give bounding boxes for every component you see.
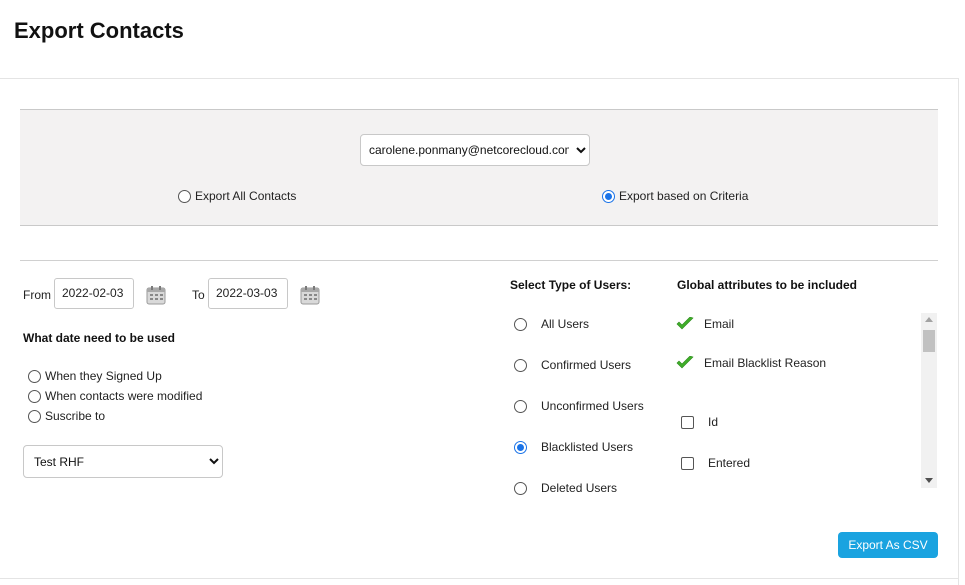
- attribute-label: Entered: [708, 456, 751, 470]
- attribute-item[interactable]: Id: [681, 415, 718, 429]
- attributes-scrollbar[interactable]: [921, 313, 937, 488]
- date-usage-option[interactable]: When contacts were modified: [28, 389, 202, 403]
- user-type-heading: Select Type of Users:: [510, 278, 632, 292]
- from-label: From: [23, 288, 51, 302]
- attributes-heading: Global attributes to be included: [677, 278, 858, 292]
- account-select[interactable]: carolene.ponmany@netcorecloud.com: [360, 134, 590, 166]
- user-type-option[interactable]: All Users: [514, 317, 589, 331]
- date-usage-radio[interactable]: [28, 389, 41, 403]
- export-all-label: Export All Contacts: [195, 189, 297, 203]
- date-usage-option[interactable]: Suscribe to: [28, 409, 105, 423]
- date-usage-label: Suscribe to: [45, 409, 106, 423]
- attribute-label: Id: [708, 415, 719, 429]
- attribute-label: Email Blacklist Reason: [704, 356, 827, 370]
- attribute-item[interactable]: Entered: [681, 456, 750, 470]
- calendar-icon[interactable]: [300, 285, 320, 305]
- user-type-radio[interactable]: [514, 440, 527, 454]
- user-type-option[interactable]: Blacklisted Users: [514, 440, 633, 454]
- export-criteria-option[interactable]: Export based on Criteria: [602, 189, 748, 203]
- user-type-label: Unconfirmed Users: [541, 399, 644, 413]
- header-divider: [0, 78, 959, 79]
- to-date-input[interactable]: 2022-03-03: [208, 278, 288, 309]
- user-type-label: Deleted Users: [541, 481, 618, 495]
- user-type-label: Blacklisted Users: [541, 440, 634, 454]
- user-type-option[interactable]: Unconfirmed Users: [514, 399, 644, 413]
- calendar-icon[interactable]: [146, 285, 166, 305]
- footer-divider: [0, 578, 959, 579]
- date-usage-label: When contacts were modified: [45, 389, 203, 403]
- page-title: Export Contacts: [14, 18, 184, 43]
- section-divider: [20, 260, 938, 261]
- export-all-radio[interactable]: [178, 189, 191, 203]
- to-label: To: [192, 288, 205, 302]
- account-filter-panel: carolene.ponmany@netcorecloud.com Export…: [20, 109, 938, 226]
- checkmark-icon: [676, 356, 694, 369]
- list-select[interactable]: Test RHF: [23, 445, 223, 478]
- date-usage-option[interactable]: When they Signed Up: [28, 369, 162, 383]
- export-csv-button[interactable]: Export As CSV: [838, 532, 938, 558]
- from-date-input[interactable]: 2022-02-03: [54, 278, 134, 309]
- user-type-radio[interactable]: [514, 399, 527, 413]
- content-border: [958, 78, 959, 585]
- user-type-radio[interactable]: [514, 358, 527, 372]
- date-usage-label: When they Signed Up: [45, 369, 162, 383]
- attribute-item: Email Blacklist Reason: [676, 356, 826, 370]
- user-type-label: Confirmed Users: [541, 358, 632, 372]
- export-criteria-radio[interactable]: [602, 189, 615, 203]
- user-type-radio[interactable]: [514, 317, 527, 331]
- scroll-up-arrow-icon[interactable]: [925, 317, 933, 322]
- export-all-option[interactable]: Export All Contacts: [178, 189, 296, 203]
- attribute-checkbox[interactable]: [681, 415, 694, 429]
- date-usage-radio[interactable]: [28, 409, 41, 423]
- date-usage-radio[interactable]: [28, 369, 41, 383]
- date-usage-heading: What date need to be used: [23, 331, 176, 345]
- user-type-option[interactable]: Deleted Users: [514, 481, 617, 495]
- checkmark-icon: [676, 317, 694, 330]
- attribute-item: Email: [676, 317, 734, 331]
- export-criteria-label: Export based on Criteria: [619, 189, 749, 203]
- user-type-label: All Users: [541, 317, 590, 331]
- user-type-radio[interactable]: [514, 481, 527, 495]
- attribute-label: Email: [704, 317, 735, 331]
- attribute-checkbox[interactable]: [681, 456, 694, 470]
- scroll-thumb[interactable]: [923, 330, 935, 352]
- user-type-option[interactable]: Confirmed Users: [514, 358, 631, 372]
- scroll-down-arrow-icon[interactable]: [925, 478, 933, 483]
